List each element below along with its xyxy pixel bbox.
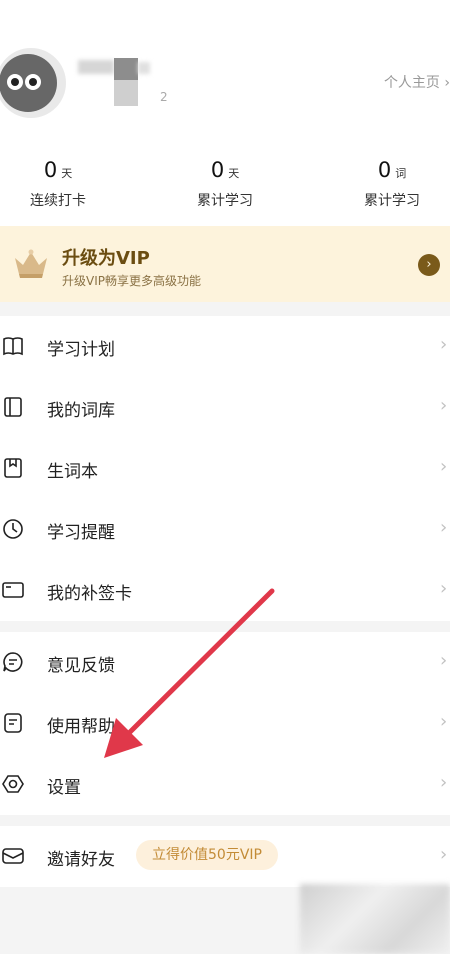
stat-unit: 词 [395,167,407,180]
menu-item-makeup-card[interactable]: 我的补签卡 › [0,560,450,621]
profile-header: 2 个人主页 › [0,0,450,130]
menu-item-study-reminder[interactable]: 学习提醒 › [0,499,450,560]
avatar-eye-left [7,74,23,90]
stat-total-days: 0天 累计学习 [155,158,295,210]
menu-item-label: 设置 [47,778,81,798]
user-id-tail: 2 [160,90,168,104]
vip-subtitle: 升级VIP畅享更多高级功能 [62,274,201,288]
menu-item-label: 意见反馈 [47,656,115,676]
chevron-right-icon: › [440,517,448,538]
redacted-corner [300,884,450,954]
help-doc-icon [4,713,22,733]
stat-total-words: 0词 累计学习 [322,158,450,210]
menu-group-support: 意见反馈 › 使用帮助 › 设置 › [0,632,450,815]
menu-item-label: 我的补签卡 [47,584,132,604]
stat-label: 累计学习 [197,193,253,209]
avatar[interactable] [0,48,66,118]
crown-icon [15,249,47,278]
library-icon [4,397,22,417]
stat-value: 0 [43,158,58,182]
menu-item-invite-friends[interactable]: 邀请好友 立得价值50元VIP › [0,826,450,887]
username-redacted [78,60,114,74]
username-redacted-block-dark [114,58,138,80]
menu-group-learning: 学习计划 › 我的词库 › 生词本 › 学习提醒 › 我的补签卡 › [0,316,450,621]
menu-item-label: 生词本 [47,462,98,482]
personal-homepage-link[interactable]: 个人主页 › [384,72,450,92]
bookmark-icon [4,458,22,478]
menu-item-settings[interactable]: 设置 › [0,754,450,815]
chevron-right-icon: › [440,334,448,355]
clock-icon [3,519,23,539]
menu-item-label: 邀请好友 [47,850,115,870]
stat-label: 累计学习 [364,193,420,209]
chevron-right-icon: › [440,456,448,477]
invite-reward-badge: 立得价值50元VIP [136,840,278,870]
chevron-right-icon: › [440,395,448,416]
vip-upgrade-banner[interactable]: 升级为VIP 升级VIP畅享更多高级功能 › [0,226,450,302]
menu-item-label: 学习计划 [47,340,115,360]
avatar-eye-right [25,74,41,90]
chevron-right-icon: › [440,711,448,732]
menu-item-label: 使用帮助 [47,717,115,737]
stat-unit: 天 [61,167,73,180]
username-redacted-tail [138,62,150,74]
stat-unit: 天 [228,167,240,180]
avatar-image [0,54,57,112]
stat-value: 0 [377,158,392,182]
menu-item-label: 学习提醒 [47,523,115,543]
book-icon [3,337,23,356]
menu-item-vocab-book[interactable]: 生词本 › [0,438,450,499]
chevron-right-icon: › [440,578,448,599]
menu-item-label: 我的词库 [47,401,115,421]
chevron-right-icon: › [440,650,448,671]
stat-streak: 0天 连续打卡 [0,158,128,210]
menu-item-study-plan[interactable]: 学习计划 › [0,316,450,377]
chevron-right-icon: › [440,772,448,793]
stats-bar: 0天 连续打卡 0天 累计学习 0词 累计学习 [0,130,450,226]
profile-page: 2 个人主页 › 0天 连续打卡 0天 累计学习 0词 累计学习 升级为VIP … [0,0,450,954]
stat-value: 0 [210,158,225,182]
menu-item-my-wordbank[interactable]: 我的词库 › [0,377,450,438]
menu-group-invite: 邀请好友 立得价值50元VIP › [0,826,450,887]
vip-title: 升级为VIP [62,248,150,269]
chevron-right-icon: › [440,844,448,865]
stat-label: 连续打卡 [30,193,86,209]
envelope-icon [2,848,24,864]
menu-item-feedback[interactable]: 意见反馈 › [0,632,450,693]
card-icon [2,582,24,598]
menu-item-help[interactable]: 使用帮助 › [0,693,450,754]
chevron-right-icon[interactable]: › [418,254,440,276]
chat-icon [3,652,23,672]
gear-icon [2,775,24,793]
